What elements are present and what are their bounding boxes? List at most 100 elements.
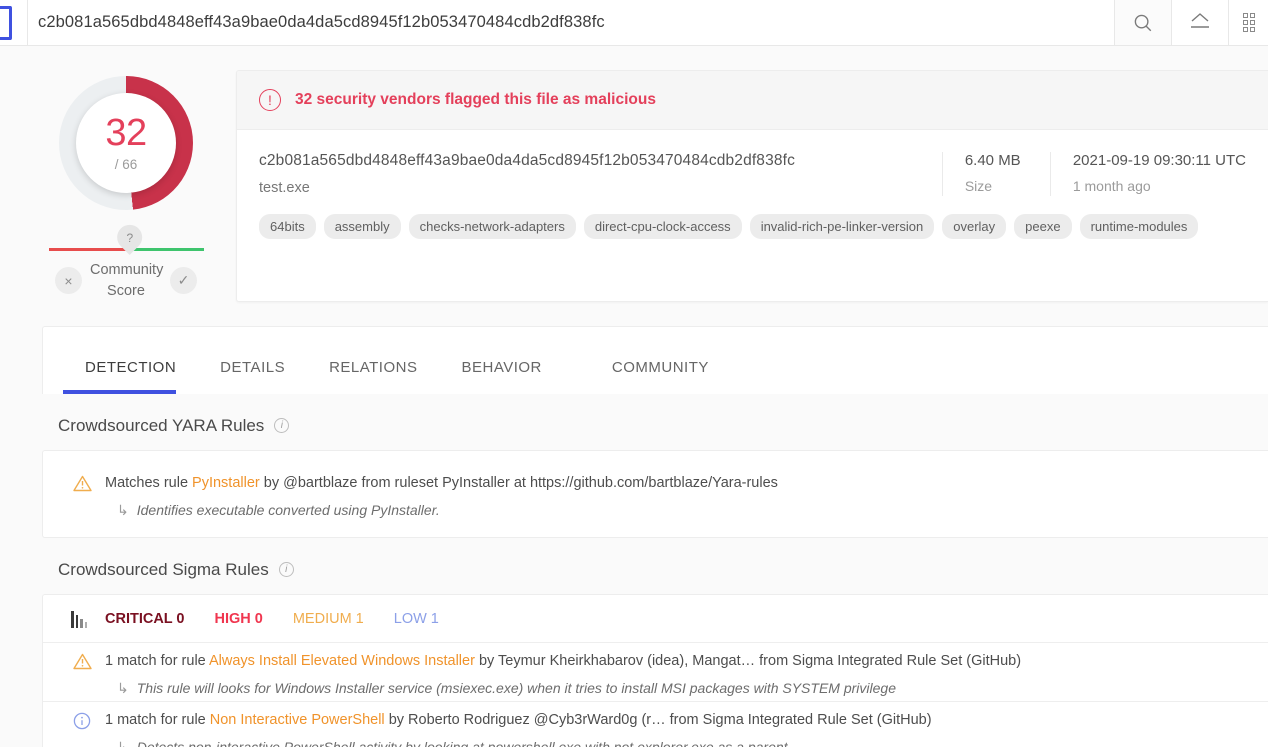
file-tag[interactable]: assembly xyxy=(323,214,401,239)
search-icon xyxy=(1134,14,1152,31)
warning-triangle-icon xyxy=(73,653,92,669)
warning-triangle-icon xyxy=(73,651,93,697)
detection-score-widget: 32 / 66 ? × Community Score ✓ xyxy=(42,70,210,302)
file-name: test.exe xyxy=(259,180,310,196)
file-tag[interactable]: runtime-modules xyxy=(1079,214,1199,239)
community-score-pin-glyph: ? xyxy=(126,230,134,245)
warning-triangle-icon xyxy=(73,473,93,519)
community-score-bar-positive xyxy=(126,248,204,251)
arrow-elbow-icon: ↳ xyxy=(117,501,129,518)
file-tag[interactable]: invalid-rich-pe-linker-version xyxy=(749,214,935,239)
file-date-cell: 2021-09-19 09:30:11 UTC 1 month ago xyxy=(1049,152,1268,196)
virustotal-logo[interactable] xyxy=(0,0,28,45)
community-score-controls: × Community Score ✓ xyxy=(49,260,204,302)
severity-high[interactable]: HIGH 0 xyxy=(215,611,263,627)
upload-icon xyxy=(1191,12,1209,28)
community-score-label-line2: Score xyxy=(107,282,145,299)
downvote-button[interactable]: × xyxy=(55,267,82,295)
rule-match-line: 1 match for rule Always Install Elevated… xyxy=(105,651,1248,672)
rule-description-row: ↳ This rule will looks for Windows Instal… xyxy=(105,680,1248,697)
arrow-elbow-icon: ↳ xyxy=(117,738,129,747)
rule-description-row: ↳ Identifies executable converted using P… xyxy=(105,502,1248,519)
severity-critical[interactable]: CRITICAL 0 xyxy=(105,611,185,627)
warning-triangle-icon xyxy=(73,475,92,491)
apps-menu-button[interactable] xyxy=(1228,0,1268,45)
tab-behavior[interactable]: BEHAVIOR xyxy=(439,359,589,394)
upload-button[interactable] xyxy=(1171,0,1228,45)
upvote-button[interactable]: ✓ xyxy=(170,267,197,295)
severity-low[interactable]: LOW 1 xyxy=(394,611,439,627)
rule-description: Identifies executable converted using Py… xyxy=(136,501,440,518)
rule-suffix: by Teymur Kheirkhabarov (idea), Mangat… … xyxy=(474,652,1022,669)
malicious-alert-banner: ! 32 security vendors flagged this file … xyxy=(237,71,1268,130)
sigma-severity-bar: CRITICAL 0 HIGH 0 MEDIUM 1 LOW 1 xyxy=(43,595,1268,643)
rule-row: Matches rule PyInstaller by @bartblaze f… xyxy=(43,465,1268,523)
yara-rules-card: Matches rule PyInstaller by @bartblaze f… xyxy=(42,449,1268,538)
rule-prefix: 1 match for rule xyxy=(105,711,210,728)
file-date-label: 1 month ago xyxy=(1072,178,1151,194)
rule-description: This rule will looks for Windows Install… xyxy=(136,679,896,696)
sigma-section-title: Crowdsourced Sigma Rules i xyxy=(0,538,1268,594)
apps-grid-icon xyxy=(1242,13,1255,32)
arrow-elbow-icon: ↳ xyxy=(117,679,129,696)
rule-name-link[interactable]: PyInstaller xyxy=(192,475,260,491)
search-input-value: c2b081a565dbd4848eff43a9bae0da4da5cd8945… xyxy=(38,13,605,31)
rule-prefix: Matches rule xyxy=(105,474,193,491)
sigma-rule-list: 1 match for rule Always Install Elevated… xyxy=(43,643,1268,747)
info-circle-icon xyxy=(73,710,93,747)
detection-count: 32 xyxy=(105,112,147,154)
rule-description-row: ↳ Detects non-interactive PowerShell acti… xyxy=(105,739,1248,747)
community-score-label-line1: Community xyxy=(90,261,164,278)
detection-total: / 66 xyxy=(114,157,138,172)
page-body: 32 / 66 ? × Community Score ✓ ! 32 secur… xyxy=(0,46,1268,747)
top-search-bar: c2b081a565dbd4848eff43a9bae0da4da5cd8945… xyxy=(0,0,1268,46)
exclamation-circle-icon: ! xyxy=(259,89,281,111)
severity-medium[interactable]: MEDIUM 1 xyxy=(293,611,364,627)
yara-section-title: Crowdsourced YARA Rules i xyxy=(0,394,1268,450)
community-score: ? × Community Score ✓ xyxy=(48,219,204,302)
info-icon[interactable]: i xyxy=(278,562,294,578)
sigma-title-text: Crowdsourced Sigma Rules xyxy=(58,559,269,579)
rule-match-row: 1 match for rule Always Install Elevated… xyxy=(43,643,1268,701)
tab-relations[interactable]: RELATIONS xyxy=(307,359,439,394)
rule-match-row: 1 match for rule Non Interactive PowerSh… xyxy=(43,700,1268,747)
severity-chart-icon xyxy=(71,610,87,628)
tab-details[interactable]: DETAILS xyxy=(198,359,307,394)
info-circle-icon xyxy=(73,712,91,729)
malicious-alert-text: 32 security vendors flagged this file as… xyxy=(295,91,656,108)
rule-suffix: by @bartblaze from ruleset PyInstaller a… xyxy=(259,474,778,491)
file-hash: c2b081a565dbd4848eff43a9bae0da4da5cd8945… xyxy=(259,152,795,169)
file-tag[interactable]: overlay xyxy=(942,214,1007,239)
file-tag[interactable]: checks-network-adapters xyxy=(408,214,576,239)
tab-community[interactable]: COMMUNITY xyxy=(590,359,731,394)
rule-row: 1 match for rule Always Install Elevated… xyxy=(43,643,1268,701)
logo-mark-icon xyxy=(0,5,12,40)
file-tag[interactable]: 64bits xyxy=(259,214,316,239)
sigma-rules-card: CRITICAL 0 HIGH 0 MEDIUM 1 LOW 1 1 match fo… xyxy=(42,593,1268,747)
file-identity: c2b081a565dbd4848eff43a9bae0da4da5cd8945… xyxy=(237,152,942,196)
rule-prefix: 1 match for rule xyxy=(105,652,209,669)
community-score-bar-negative xyxy=(48,248,126,251)
detail-tabs: DETECTION DETAILS RELATIONS BEHAVIOR COMMUNI… xyxy=(42,325,1268,394)
search-button[interactable] xyxy=(1114,0,1171,45)
rule-name-link[interactable]: Non Interactive PowerShell xyxy=(210,712,385,728)
search-input[interactable]: c2b081a565dbd4848eff43a9bae0da4da5cd8945… xyxy=(28,0,1114,45)
rule-match-line: 1 match for rule Non Interactive PowerSh… xyxy=(105,710,1248,731)
rule-suffix: by Roberto Rodriguez @Cyb3rWard0g (r… fr… xyxy=(384,711,932,728)
file-summary-region: 32 / 66 ? × Community Score ✓ ! 32 secur… xyxy=(0,46,1268,302)
file-tag[interactable]: peexe xyxy=(1014,214,1072,239)
rule-name-link[interactable]: Always Install Elevated Windows Installe… xyxy=(209,653,475,669)
rule-body: 1 match for rule Non Interactive PowerSh… xyxy=(105,710,1248,747)
community-score-label: Community Score xyxy=(90,260,164,302)
detection-donut: 32 / 66 xyxy=(59,76,193,210)
file-meta-row: c2b081a565dbd4848eff43a9bae0da4da5cd8945… xyxy=(237,130,1268,196)
file-tag[interactable]: direct-cpu-clock-access xyxy=(583,214,742,239)
rule-row: 1 match for rule Non Interactive PowerSh… xyxy=(43,702,1268,747)
file-size-value: 6.40 MB xyxy=(964,152,1021,169)
tab-detection[interactable]: DETECTION xyxy=(63,359,198,394)
info-icon[interactable]: i xyxy=(274,418,290,434)
file-info-card: ! 32 security vendors flagged this file … xyxy=(236,70,1268,302)
file-size-label: Size xyxy=(964,178,993,194)
yara-title-text: Crowdsourced YARA Rules xyxy=(58,415,265,435)
file-size-cell: 6.40 MB Size xyxy=(941,152,1050,196)
